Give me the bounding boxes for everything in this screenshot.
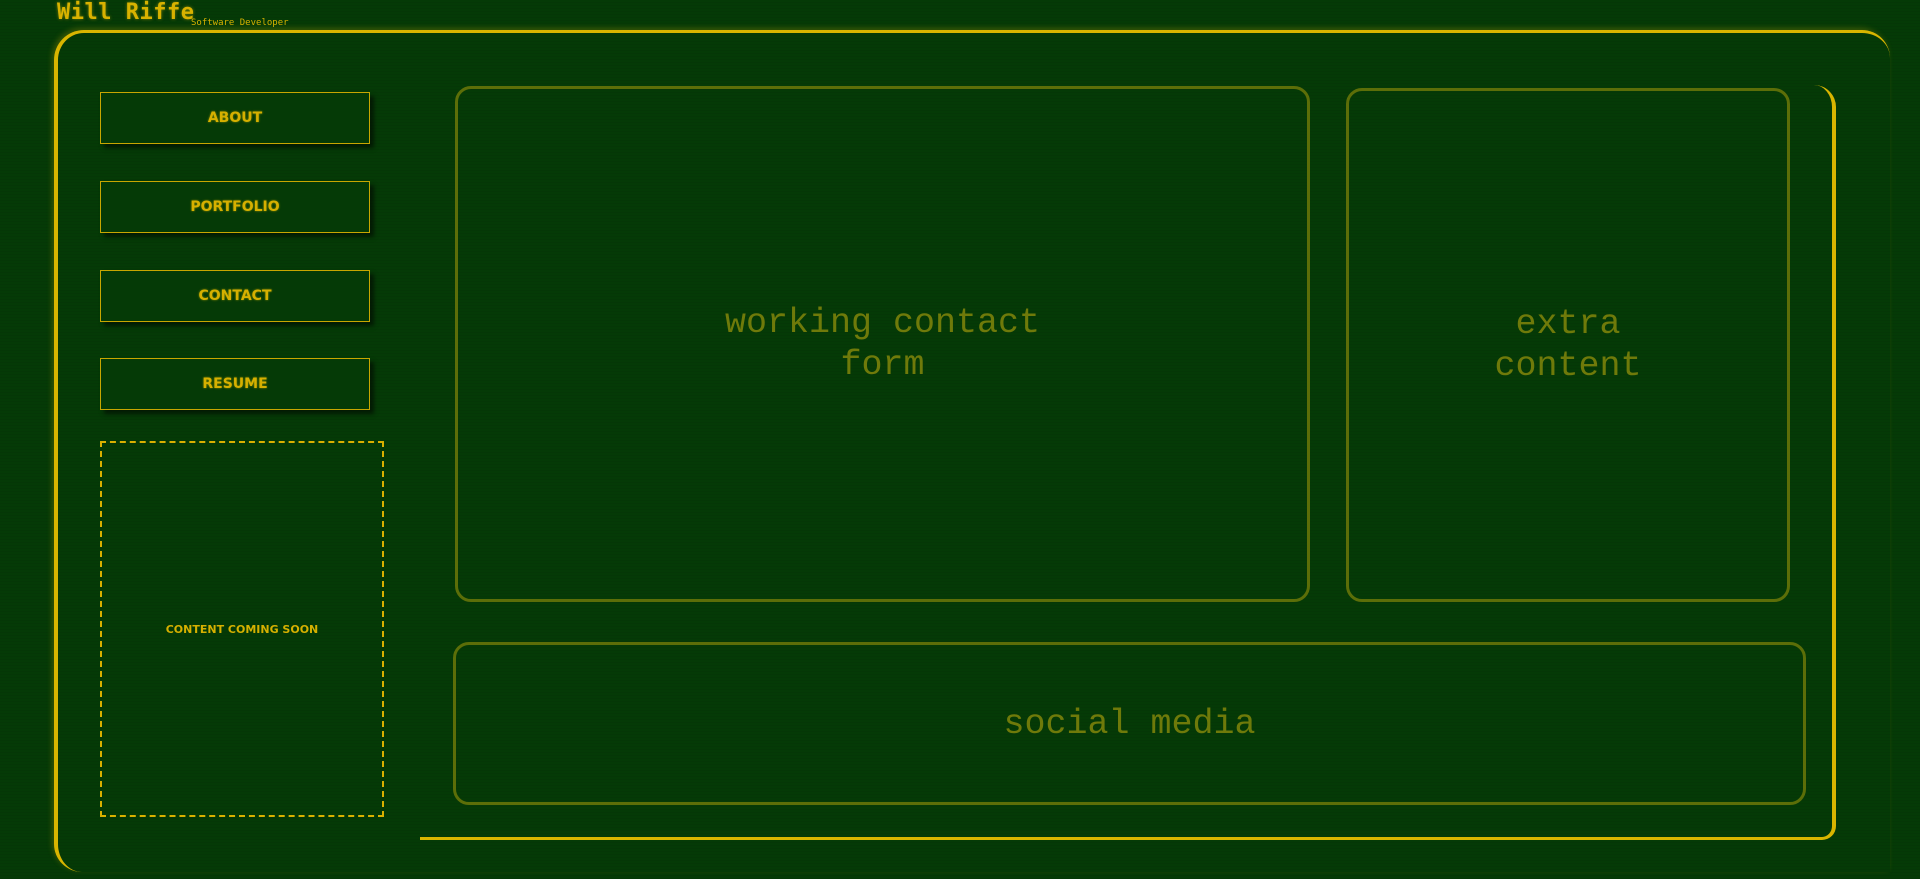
social-media-panel: social media — [453, 642, 1806, 805]
contact-form-placeholder: working contact form — [724, 303, 1041, 385]
extra-content-panel: extra content — [1346, 88, 1790, 602]
contact-form-panel: working contact form — [455, 86, 1310, 602]
site-subtitle: Software Developer — [191, 18, 289, 28]
site-title: Will Riffe — [57, 0, 195, 25]
nav-portfolio-button[interactable]: PORTFOLIO — [100, 181, 370, 233]
nav-resume-button[interactable]: RESUME — [100, 358, 370, 410]
content-coming-soon-box: CONTENT COMING SOON — [100, 441, 384, 817]
coming-soon-label: CONTENT COMING SOON — [165, 622, 319, 636]
nav-about-button[interactable]: ABOUT — [100, 92, 370, 144]
nav-contact-button[interactable]: CONTACT — [100, 270, 370, 322]
extra-content-placeholder: extra content — [1494, 304, 1642, 386]
social-media-placeholder: social media — [1003, 703, 1256, 744]
